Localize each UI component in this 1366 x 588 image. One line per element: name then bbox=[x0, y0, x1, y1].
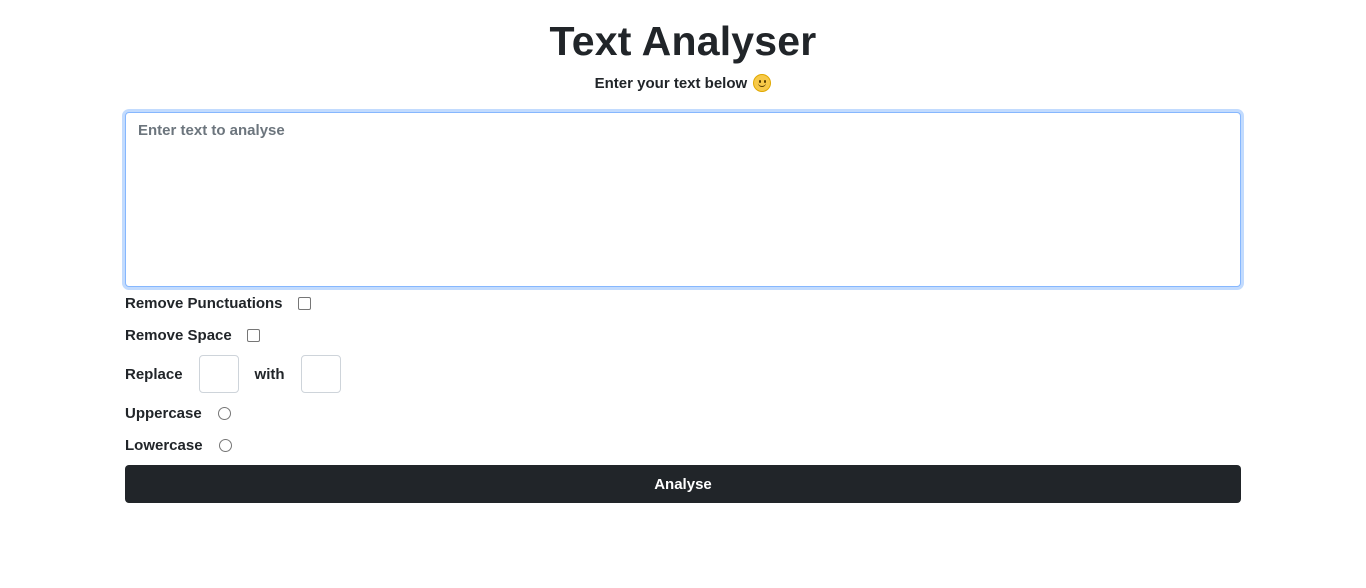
remove-space-label: Remove Space bbox=[125, 326, 232, 344]
uppercase-label: Uppercase bbox=[125, 404, 202, 422]
replace-option: Replace with bbox=[125, 355, 357, 393]
subtitle-text: Enter your text below bbox=[594, 75, 748, 92]
analyse-button[interactable]: Analyse bbox=[125, 465, 1241, 503]
remove-punctuations-option: Remove Punctuations bbox=[125, 292, 311, 314]
emoji-mouth bbox=[758, 82, 767, 87]
text-input[interactable] bbox=[125, 112, 1241, 287]
lowercase-label: Lowercase bbox=[125, 436, 203, 454]
slightly-smiling-face-icon bbox=[753, 74, 772, 92]
page-title: Text Analyser bbox=[549, 18, 817, 64]
page-subtitle: Enter your text below bbox=[0, 73, 1366, 95]
uppercase-option: Uppercase bbox=[125, 402, 231, 424]
uppercase-radio[interactable] bbox=[217, 406, 231, 420]
replace-label: Replace bbox=[125, 365, 183, 383]
replace-from-input[interactable] bbox=[198, 355, 239, 393]
lowercase-option: Lowercase bbox=[125, 434, 232, 456]
remove-space-option: Remove Space bbox=[125, 324, 260, 346]
remove-punctuations-checkbox[interactable] bbox=[297, 296, 311, 310]
lowercase-radio[interactable] bbox=[218, 438, 232, 452]
page: Text Analyser Enter your text below Remo… bbox=[0, 0, 1366, 588]
remove-punctuations-label: Remove Punctuations bbox=[125, 294, 283, 312]
replace-to-input[interactable] bbox=[300, 355, 341, 393]
with-label: with bbox=[254, 365, 285, 383]
remove-space-checkbox[interactable] bbox=[246, 328, 260, 342]
